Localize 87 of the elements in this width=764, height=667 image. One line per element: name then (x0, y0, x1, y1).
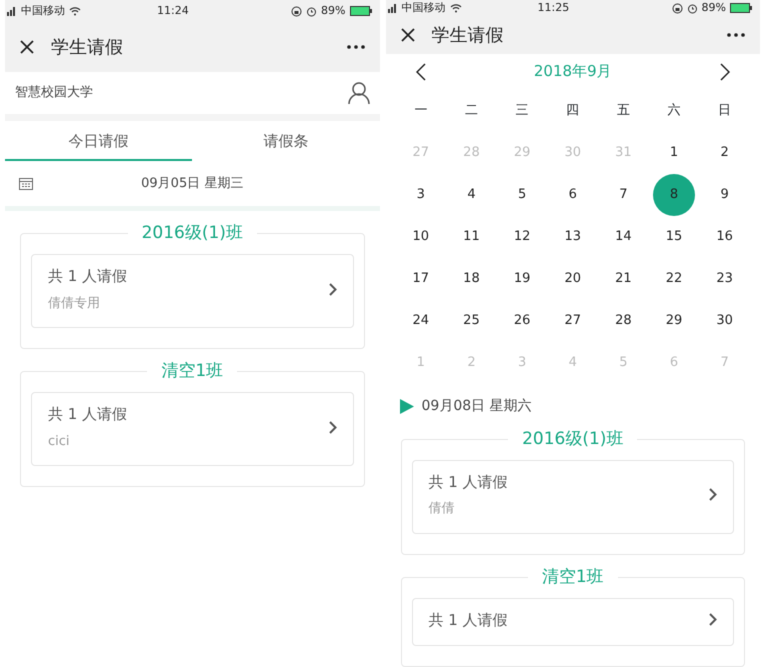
calendar-day[interactable]: 19 (501, 258, 544, 300)
weekday-label: 五 (616, 102, 630, 120)
battery-icon (350, 6, 372, 16)
calendar-day[interactable]: 25 (450, 300, 492, 342)
calendar-day[interactable]: 29 (653, 300, 696, 342)
play-icon (400, 398, 414, 414)
current-date: 09月05日 星期三 (141, 174, 244, 193)
lock-rotation-icon (291, 6, 302, 16)
page-title: 学生请假 (51, 36, 123, 60)
leave-card[interactable]: 共 1 人请假 倩倩专用 (31, 254, 354, 328)
calendar-day[interactable]: 26 (501, 300, 544, 342)
chevron-right-icon (328, 420, 336, 434)
battery-percent: 89% (702, 0, 726, 16)
calendar-day[interactable]: 28 (602, 300, 644, 342)
school-name: 智慧校园大学 (15, 84, 93, 102)
calendar-day[interactable]: 6 (552, 174, 594, 216)
tab[interactable]: 请假条 (192, 121, 380, 161)
calendar-day[interactable]: 23 (704, 258, 746, 300)
calendar-day[interactable]: 27 (552, 300, 594, 342)
lock-rotation-icon (672, 2, 683, 14)
close-icon[interactable] (400, 27, 416, 44)
weekday-label: 四 (566, 102, 580, 120)
class-name: 2016级(1)班 (508, 428, 638, 450)
signal-icon (7, 6, 17, 16)
leave-count: 共 1 人请假 (428, 610, 508, 630)
status-time: 11:24 (157, 2, 189, 19)
signal-icon (388, 3, 398, 14)
weekday-label: 一 (414, 102, 428, 120)
calendar-day[interactable]: 24 (400, 300, 442, 342)
calendar-icon[interactable] (19, 177, 33, 190)
calendar-day[interactable]: 2 (704, 132, 746, 174)
battery-icon (730, 3, 752, 14)
class-name: 清空1班 (528, 566, 618, 588)
student-names: cici (48, 432, 71, 450)
calendar-day[interactable]: 16 (704, 216, 746, 258)
chevron-right-icon (709, 613, 717, 626)
calendar-day[interactable]: 14 (602, 216, 644, 258)
tab[interactable]: 今日请假 (5, 121, 192, 161)
wifi-icon (450, 3, 462, 14)
calendar-day[interactable]: 15 (653, 216, 696, 258)
wifi-icon (69, 6, 81, 16)
carrier-name: 中国移动 (402, 0, 446, 16)
calendar-day[interactable]: 7 (602, 174, 644, 216)
calendar-day[interactable]: 22 (653, 258, 696, 300)
weekday-label: 三 (516, 102, 529, 120)
calendar-day[interactable]: 13 (552, 216, 594, 258)
previous-month-icon[interactable] (416, 62, 426, 81)
more-icon[interactable] (726, 32, 746, 38)
calendar-day[interactable]: 12 (501, 216, 544, 258)
month-title: 2018年9月 (534, 61, 612, 82)
calendar-day[interactable]: 11 (450, 216, 492, 258)
calendar-day[interactable]: 8 (653, 174, 696, 216)
more-icon[interactable] (346, 44, 366, 50)
calendar-day[interactable]: 9 (704, 174, 746, 216)
calendar-day[interactable]: 21 (602, 258, 644, 300)
alarm-icon (686, 2, 698, 14)
student-names: 倩倩 (428, 500, 456, 518)
leave-count: 共 1 人请假 (428, 472, 508, 492)
leave-card[interactable]: 共 1 人请假 (412, 598, 734, 646)
calendar-day[interactable]: 20 (552, 258, 594, 300)
carrier-name: 中国移动 (21, 2, 65, 19)
calendar-day[interactable]: 1 (653, 132, 696, 174)
battery-percent: 89% (321, 2, 346, 19)
calendar-day[interactable]: 18 (450, 258, 492, 300)
weekday-label: 六 (668, 102, 681, 120)
calendar-day[interactable]: 17 (400, 258, 442, 300)
calendar-day[interactable]: 4 (450, 174, 492, 216)
weekday-label: 日 (718, 102, 732, 120)
weekday-label: 二 (464, 102, 478, 120)
close-icon[interactable] (19, 39, 35, 55)
selected-date: 09月08日 星期六 (422, 396, 532, 416)
calendar-day[interactable]: 10 (400, 216, 442, 258)
leave-card[interactable]: 共 1 人请假 cici (31, 392, 354, 466)
alarm-icon (306, 6, 318, 16)
student-names: 倩倩专用 (48, 294, 101, 312)
status-time: 11:25 (538, 0, 570, 16)
page-title: 学生请假 (432, 24, 504, 48)
calendar-day[interactable]: 3 (400, 174, 442, 216)
chevron-right-icon (328, 282, 336, 296)
leave-count: 共 1 人请假 (48, 266, 128, 287)
user-icon[interactable] (348, 81, 370, 105)
leave-card[interactable]: 共 1 人请假 倩倩 (412, 460, 734, 534)
chevron-right-icon (709, 488, 717, 501)
calendar-day[interactable]: 5 (501, 174, 544, 216)
calendar-day[interactable]: 30 (704, 300, 746, 342)
leave-count: 共 1 人请假 (48, 404, 128, 425)
next-month-icon[interactable] (720, 62, 730, 81)
